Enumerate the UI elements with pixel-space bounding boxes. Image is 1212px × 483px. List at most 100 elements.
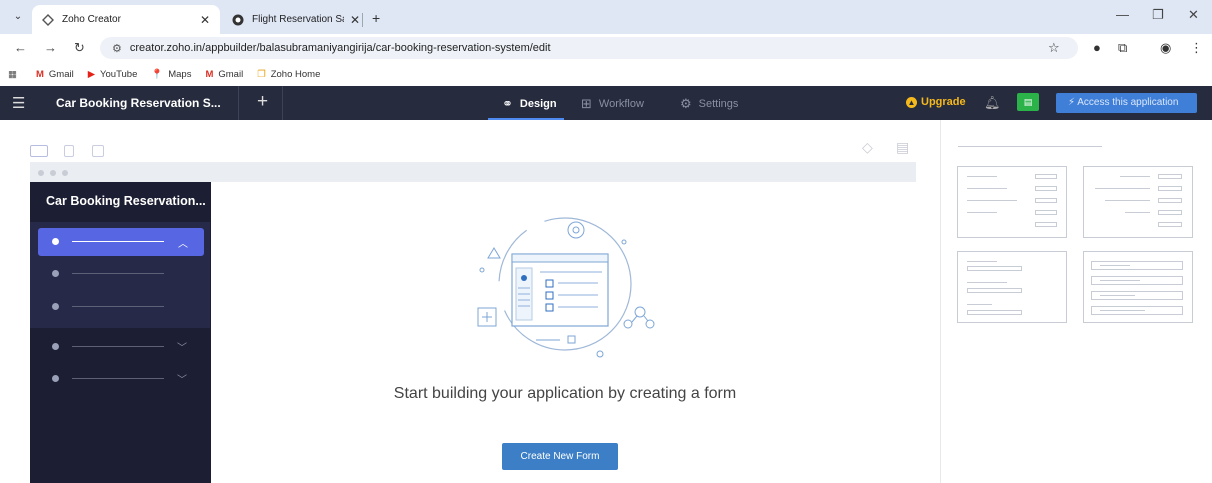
template-line <box>1095 188 1150 189</box>
paint-bucket-icon[interactable]: ◇ <box>862 139 873 156</box>
template-line <box>1125 212 1150 213</box>
zoho-creator-favicon-icon <box>42 13 54 26</box>
template-line <box>967 282 1007 283</box>
template-box <box>1035 186 1057 191</box>
tab-settings[interactable]: ⚙ Settings <box>680 96 738 112</box>
minimize-icon[interactable]: — <box>1116 7 1129 22</box>
app-view-button[interactable]: ▤ <box>1017 93 1039 111</box>
browser-nav-row: ← → ↻ ⚙ creator.zoho.in/appbuilder/balas… <box>0 34 1212 62</box>
device-toolbar <box>0 120 940 164</box>
youtube-icon: ▶ <box>87 68 96 80</box>
restore-icon[interactable]: ❐ <box>1152 7 1164 23</box>
bookmark-label: Gmail <box>218 68 244 80</box>
browser-tab-title: Flight Reservation SaaS Forms <box>252 14 344 25</box>
bookmarks-bar: ▦ M Gmail ▶ YouTube 📍 Maps M Gmail ❐ Zoh… <box>0 62 1212 86</box>
template-box <box>1158 174 1182 179</box>
template-line <box>1100 310 1145 311</box>
mobile-view-icon[interactable] <box>92 145 104 157</box>
nav-placeholder-line <box>72 241 164 242</box>
forward-arrow-icon[interactable]: → <box>44 40 57 55</box>
reload-icon[interactable]: ↻ <box>74 40 85 56</box>
bookmark-zoho-home[interactable]: ❐ Zoho Home <box>257 69 320 80</box>
nav-placeholder-line <box>72 346 164 347</box>
browser-tab-flight-reservation[interactable]: Flight Reservation SaaS Forms ✕ <box>222 5 370 34</box>
frame-dot <box>62 170 68 176</box>
template-box <box>1035 174 1057 179</box>
chevron-down-icon[interactable]: ﹀ <box>177 339 187 354</box>
header-divider <box>282 86 283 120</box>
access-label: Access this application <box>1077 97 1179 108</box>
desktop-view-icon[interactable] <box>30 145 48 157</box>
extensions-puzzle-icon[interactable]: ⧉ <box>1118 40 1127 56</box>
palette-icon: ⚭ <box>502 96 513 111</box>
back-arrow-icon[interactable]: ← <box>14 40 27 55</box>
window-close-icon[interactable]: ✕ <box>1188 7 1199 23</box>
tablet-view-icon[interactable] <box>64 145 74 157</box>
notification-bell-icon[interactable]: 🔔︎ <box>984 95 1001 111</box>
template-line <box>1105 200 1150 201</box>
template-box <box>1158 186 1182 191</box>
browser-tab-strip: ⌄ Zoho Creator ✕ Flight Reservation SaaS… <box>0 0 1212 34</box>
bookmark-star-icon[interactable]: ☆ <box>1048 40 1060 56</box>
bookmark-label: Maps <box>168 68 192 80</box>
template-box <box>1158 210 1182 215</box>
tab-design[interactable]: ⚭ Design <box>502 96 557 112</box>
tab-search-chevron-icon[interactable]: ⌄ <box>8 9 28 25</box>
bookmark-gmail-2[interactable]: M Gmail <box>205 69 243 80</box>
empty-state-message: Start building your application by creat… <box>393 385 737 402</box>
close-tab-icon[interactable]: ✕ <box>200 13 210 27</box>
template-line <box>1100 295 1135 296</box>
upgrade-button[interactable]: ▲ Upgrade <box>906 96 966 108</box>
access-application-button[interactable]: ⚡︎ Access this application <box>1056 93 1197 113</box>
upgrade-arrow-icon: ▲ <box>906 96 917 108</box>
browser-tab-zoho-creator[interactable]: Zoho Creator ✕ <box>32 5 220 34</box>
template-line <box>967 261 997 262</box>
app-title[interactable]: Car Booking Reservation S... <box>56 96 221 110</box>
template-box <box>967 310 1022 315</box>
lightning-icon: ⚡︎ <box>1068 97 1078 108</box>
bookmark-gmail[interactable]: M Gmail <box>36 69 74 80</box>
bookmark-youtube[interactable]: ▶ YouTube <box>88 69 138 80</box>
new-tab-plus-icon[interactable]: + <box>372 10 380 26</box>
nav-bullet <box>52 303 59 310</box>
empty-form-illustration <box>477 217 655 358</box>
preview-frame-titlebar <box>30 162 916 182</box>
gmail-icon: M <box>205 68 214 80</box>
tab-label: Settings <box>698 98 739 110</box>
template-line <box>967 212 997 213</box>
bookmark-maps[interactable]: 📍 Maps <box>151 69 191 80</box>
template-line <box>967 200 1017 201</box>
hamburger-menu-icon[interactable]: ☰ <box>12 94 25 112</box>
chevron-down-icon[interactable]: ﹀ <box>177 371 187 386</box>
grid-view-icon: ▤ <box>1023 97 1033 107</box>
browser-tab-title: Zoho Creator <box>62 14 121 25</box>
nav-bullet <box>52 343 59 350</box>
flight-favicon-icon <box>232 14 244 26</box>
site-info-icon[interactable]: ⚙ <box>112 42 122 55</box>
browser-menu-icon[interactable]: ⋮ <box>1190 40 1203 56</box>
create-new-form-button[interactable]: Create New Form <box>502 443 618 470</box>
tab-workflow[interactable]: ⊞ Workflow <box>581 96 644 112</box>
template-line <box>967 188 1007 189</box>
bookmark-label: Gmail <box>48 68 74 80</box>
address-bar[interactable]: ⚙ creator.zoho.in/appbuilder/balasubrama… <box>100 37 1078 59</box>
url-text: creator.zoho.in/appbuilder/balasubramani… <box>129 42 551 54</box>
template-box <box>1158 222 1182 227</box>
profile-avatar-icon[interactable]: ◉ <box>1160 40 1171 56</box>
apps-grid-icon[interactable]: ▦ <box>8 69 22 80</box>
template-box <box>1035 210 1057 215</box>
extension-circle-icon[interactable]: ● <box>1093 40 1101 55</box>
nav-bullet <box>52 238 59 245</box>
layout-icon[interactable]: ▤ <box>896 139 909 156</box>
tab-separator <box>362 13 363 27</box>
template-line <box>967 176 997 177</box>
header-divider <box>238 86 239 120</box>
close-tab-icon[interactable]: ✕ <box>350 13 360 27</box>
bookmark-label: Zoho Home <box>270 68 321 80</box>
template-line <box>1100 265 1130 266</box>
nav-placeholder-line <box>72 378 164 379</box>
gear-icon: ⚙ <box>680 96 692 111</box>
bookmark-label: YouTube <box>100 68 138 80</box>
chevron-up-icon[interactable]: ︿ <box>178 235 188 250</box>
add-icon[interactable]: + <box>257 91 268 113</box>
